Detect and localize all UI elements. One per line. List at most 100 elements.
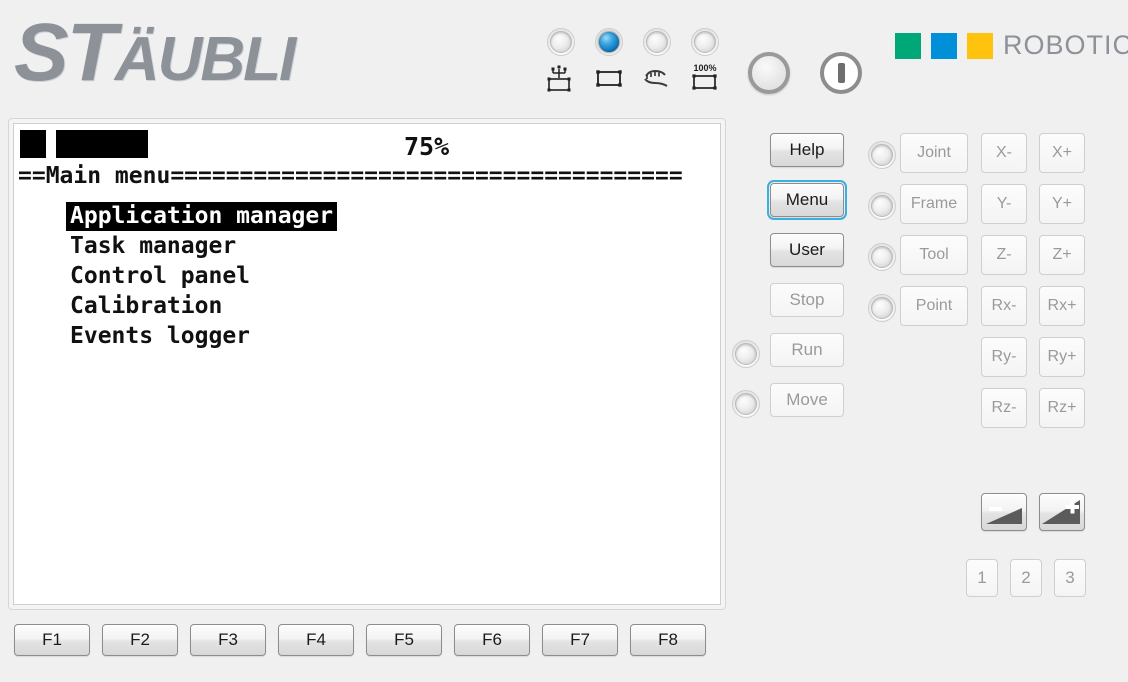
mode-remote-led-socket xyxy=(547,28,575,56)
main-menu-list: Application manager Task manager Control… xyxy=(66,202,338,352)
f7-button[interactable]: F7 xyxy=(542,624,618,656)
point-led-socket xyxy=(868,294,896,322)
axis-y-minus-button[interactable]: Y- xyxy=(981,184,1027,224)
axis-y-plus-button[interactable]: Y+ xyxy=(1039,184,1085,224)
axis-row-rx: Rx- Rx+ xyxy=(981,286,1085,326)
f1-button[interactable]: F1 xyxy=(14,624,90,656)
axis-ry-minus-button[interactable]: Ry- xyxy=(981,337,1027,377)
move-led xyxy=(735,393,757,415)
swatch-blue xyxy=(931,32,957,59)
mode-remote-led xyxy=(550,31,572,53)
power-button[interactable] xyxy=(820,52,862,94)
axis-ry-plus-button[interactable]: Ry+ xyxy=(1039,337,1085,377)
mode-full-speed[interactable]: 100% xyxy=(684,28,726,92)
axis-rx-plus-button[interactable]: Rx+ xyxy=(1039,286,1085,326)
status-block-1 xyxy=(20,130,46,158)
menu-item-calibration[interactable]: Calibration xyxy=(66,292,226,321)
mode-free-led-socket xyxy=(643,28,671,56)
tool-led-socket xyxy=(868,243,896,271)
tool-button[interactable]: Tool xyxy=(900,235,968,275)
staubli-logo: STÄUBLI xyxy=(14,12,296,94)
speed-up-button[interactable] xyxy=(1039,493,1085,531)
axis-rz-minus-button[interactable]: Rz- xyxy=(981,388,1027,428)
key-1-button[interactable]: 1 xyxy=(966,559,998,597)
f6-button[interactable]: F6 xyxy=(454,624,530,656)
run-button[interactable]: Run xyxy=(770,333,844,367)
axis-x-plus-button[interactable]: X+ xyxy=(1039,133,1085,173)
pendant-header: STÄUBLI 100% ROBOTIC xyxy=(0,0,1128,112)
point-led xyxy=(871,297,893,319)
axis-row-y: Y- Y+ xyxy=(981,184,1085,224)
emergency-stop-button[interactable] xyxy=(748,52,790,94)
mode-selector: 100% xyxy=(540,28,720,100)
move-button[interactable]: Move xyxy=(770,383,844,417)
stop-button[interactable]: Stop xyxy=(770,283,844,317)
axis-row-z: Z- Z+ xyxy=(981,235,1085,275)
mode-full-speed-led xyxy=(694,31,716,53)
frame-led-socket xyxy=(868,192,896,220)
f3-button[interactable]: F3 xyxy=(190,624,266,656)
axis-x-minus-button[interactable]: X- xyxy=(981,133,1027,173)
axis-row-x: X- X+ xyxy=(981,133,1085,173)
frame-button[interactable]: Frame xyxy=(900,184,968,224)
speed-down-button[interactable] xyxy=(981,493,1027,531)
user-button[interactable]: User xyxy=(770,233,844,267)
help-button[interactable]: Help xyxy=(770,133,844,167)
menu-item-task-manager[interactable]: Task manager xyxy=(66,232,240,261)
menu-row: Task manager xyxy=(66,232,337,262)
lcd-bezel: 75% ==Main menu=========================… xyxy=(8,118,726,610)
move-led-socket xyxy=(732,390,760,418)
axis-jog-keys: X- X+ Y- Y+ Z- Z+ Rx- Rx+ Ry- Ry+ Rz- Rz… xyxy=(981,133,1085,439)
f4-button[interactable]: F4 xyxy=(278,624,354,656)
logo-letter-t: T xyxy=(66,7,117,98)
axis-rz-plus-button[interactable]: Rz+ xyxy=(1039,388,1085,428)
axis-rx-minus-button[interactable]: Rx- xyxy=(981,286,1027,326)
axis-z-minus-button[interactable]: Z- xyxy=(981,235,1027,275)
mode-manual-led-socket xyxy=(595,28,623,56)
mode-remote[interactable] xyxy=(540,28,582,92)
axis-z-plus-button[interactable]: Z+ xyxy=(1039,235,1085,275)
svg-text:100%: 100% xyxy=(693,63,716,73)
menu-item-application-manager[interactable]: Application manager xyxy=(66,202,338,231)
logo-text: ÄUBLI xyxy=(114,25,296,94)
frame-led xyxy=(871,195,893,217)
speed-up-icon xyxy=(1042,500,1080,524)
lcd-title-bar: 75% xyxy=(14,124,720,164)
point-button[interactable]: Point xyxy=(900,286,968,326)
key-2-button[interactable]: 2 xyxy=(1010,559,1042,597)
mode-free-led xyxy=(646,31,668,53)
mode-full-speed-led-socket xyxy=(691,28,719,56)
mode-manual-led xyxy=(598,31,620,53)
menu-separator: ==Main menu=============================… xyxy=(18,164,683,188)
run-led-socket xyxy=(732,340,760,368)
power-icon xyxy=(837,63,845,83)
joint-button[interactable]: Joint xyxy=(900,133,968,173)
lcd-screen[interactable]: 75% ==Main menu=========================… xyxy=(13,123,721,605)
menu-row: Calibration xyxy=(66,292,337,322)
joint-led-socket xyxy=(868,141,896,169)
axis-row-rz: Rz- Rz+ xyxy=(981,388,1085,428)
hand-icon xyxy=(636,62,678,92)
robotics-label: ROBOTICS xyxy=(1003,30,1128,60)
status-block-2 xyxy=(56,130,148,158)
mode-free[interactable] xyxy=(636,28,678,92)
speed-adjust-keys xyxy=(981,493,1085,531)
menu-item-events-logger[interactable]: Events logger xyxy=(66,322,254,351)
menu-row: Application manager xyxy=(66,202,338,232)
speed-percent: 75% xyxy=(404,132,450,161)
swatch-yellow xyxy=(967,32,993,59)
function-key-row: F1 F2 F3 F4 F5 F6 F7 F8 xyxy=(14,624,706,656)
f5-button[interactable]: F5 xyxy=(366,624,442,656)
key-3-button[interactable]: 3 xyxy=(1054,559,1086,597)
f2-button[interactable]: F2 xyxy=(102,624,178,656)
menu-button[interactable]: Menu xyxy=(767,180,847,220)
swatch-green xyxy=(895,32,921,59)
f8-button[interactable]: F8 xyxy=(630,624,706,656)
menu-row: Control panel xyxy=(66,262,337,292)
tool-led xyxy=(871,246,893,268)
menu-item-control-panel[interactable]: Control panel xyxy=(66,262,254,291)
logo-letter-s: S xyxy=(14,7,69,98)
mode-manual[interactable] xyxy=(588,28,630,92)
numeric-keys: 1 2 3 xyxy=(966,559,1086,597)
joint-led xyxy=(871,144,893,166)
